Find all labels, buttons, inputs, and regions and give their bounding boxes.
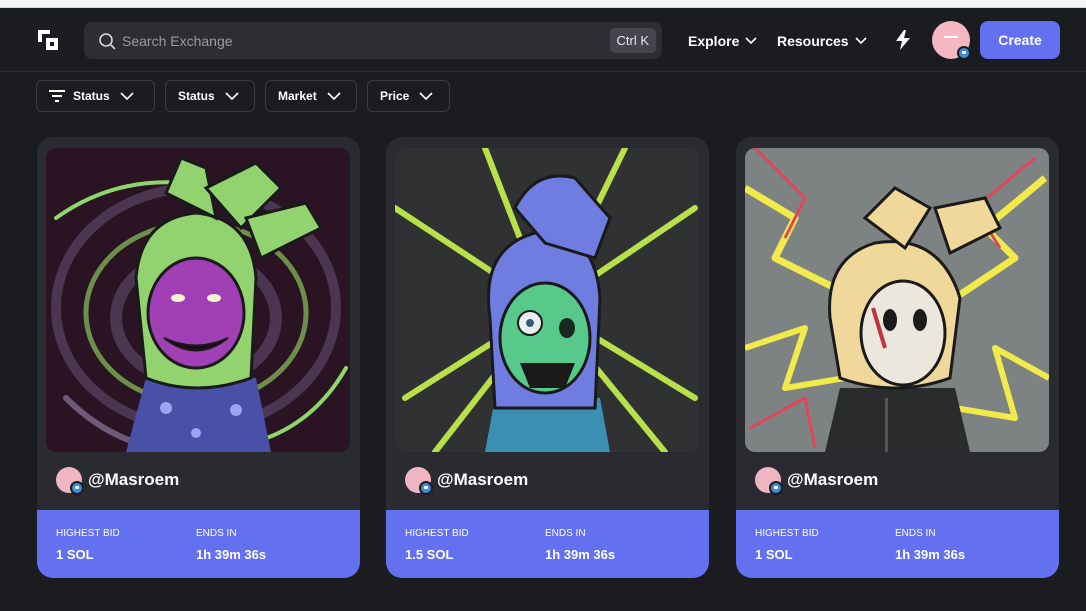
- highest-bid-label: HIGHEST BID: [405, 528, 469, 539]
- owner-name[interactable]: @Masroem: [437, 470, 528, 490]
- verified-badge-icon: [769, 481, 783, 495]
- chevron-down-icon: [419, 92, 433, 100]
- chevron-down-icon: [745, 37, 757, 45]
- top-navbar: Ctrl K Explore Resources Create: [0, 8, 1086, 72]
- user-avatar[interactable]: [932, 21, 971, 60]
- chevron-down-icon: [120, 92, 134, 100]
- filter-label: Price: [380, 89, 410, 103]
- filter-label: Market: [278, 89, 317, 103]
- owner-name[interactable]: @Masroem: [787, 470, 878, 490]
- avatar-face-icon: [944, 36, 958, 38]
- verified-badge-icon: [957, 46, 971, 60]
- filter-price[interactable]: Price: [367, 80, 450, 112]
- filter-market[interactable]: Market: [265, 80, 357, 112]
- resources-menu[interactable]: Resources: [777, 31, 867, 51]
- chevron-down-icon: [855, 37, 867, 45]
- bid-panel: HIGHEST BID 1.5 SOL ENDS IN 1h 39m 36s: [386, 510, 709, 578]
- search-bar: Ctrl K: [84, 22, 662, 59]
- filter-label: Status: [73, 89, 110, 103]
- highest-bid-value: 1 SOL: [755, 547, 793, 562]
- nft-artwork-image[interactable]: [745, 148, 1049, 452]
- highest-bid-label: HIGHEST BID: [755, 528, 819, 539]
- search-shortcut-badge: Ctrl K: [609, 28, 656, 53]
- filter-label: Status: [178, 89, 215, 103]
- search-icon: [98, 32, 116, 50]
- owner-avatar[interactable]: [56, 467, 84, 495]
- browser-chrome-edge: [0, 0, 1086, 8]
- bid-panel: HIGHEST BID 1 SOL ENDS IN 1h 39m 36s: [37, 510, 360, 578]
- ends-in-value: 1h 39m 36s: [545, 547, 616, 562]
- nft-artwork-image[interactable]: [395, 148, 699, 452]
- bid-panel: HIGHEST BID 1 SOL ENDS IN 1h 39m 36s: [736, 510, 1059, 578]
- nft-artwork-image[interactable]: [46, 148, 350, 452]
- highest-bid-label: HIGHEST BID: [56, 528, 120, 539]
- ends-in-label: ENDS IN: [545, 528, 586, 539]
- owner-avatar[interactable]: [405, 467, 433, 495]
- nft-card[interactable]: @Masroem HIGHEST BID 1 SOL ENDS IN 1h 39…: [37, 137, 360, 578]
- highest-bid-value: 1 SOL: [56, 547, 94, 562]
- explore-label: Explore: [688, 33, 740, 49]
- nft-card[interactable]: @Masroem HIGHEST BID 1 SOL ENDS IN 1h 39…: [736, 137, 1059, 578]
- nft-card[interactable]: @Masroem HIGHEST BID 1.5 SOL ENDS IN 1h …: [386, 137, 709, 578]
- logo-icon[interactable]: [36, 28, 60, 52]
- ends-in-value: 1h 39m 36s: [196, 547, 267, 562]
- verified-badge-icon: [70, 481, 84, 495]
- ends-in-label: ENDS IN: [196, 528, 237, 539]
- search-input[interactable]: [122, 22, 582, 59]
- filter-status[interactable]: Status: [165, 80, 255, 112]
- chevron-down-icon: [327, 92, 341, 100]
- resources-label: Resources: [777, 33, 849, 49]
- chevron-down-icon: [225, 92, 239, 100]
- highest-bid-value: 1.5 SOL: [405, 547, 454, 562]
- owner-avatar[interactable]: [755, 467, 783, 495]
- create-button[interactable]: Create: [980, 21, 1060, 59]
- explore-menu[interactable]: Explore: [688, 31, 757, 51]
- owner-name[interactable]: @Masroem: [88, 470, 179, 490]
- filter-status-primary[interactable]: Status: [36, 80, 155, 112]
- filter-lines-icon: [49, 90, 65, 102]
- lightning-icon[interactable]: [894, 30, 912, 50]
- ends-in-value: 1h 39m 36s: [895, 547, 966, 562]
- ends-in-label: ENDS IN: [895, 528, 936, 539]
- verified-badge-icon: [419, 481, 433, 495]
